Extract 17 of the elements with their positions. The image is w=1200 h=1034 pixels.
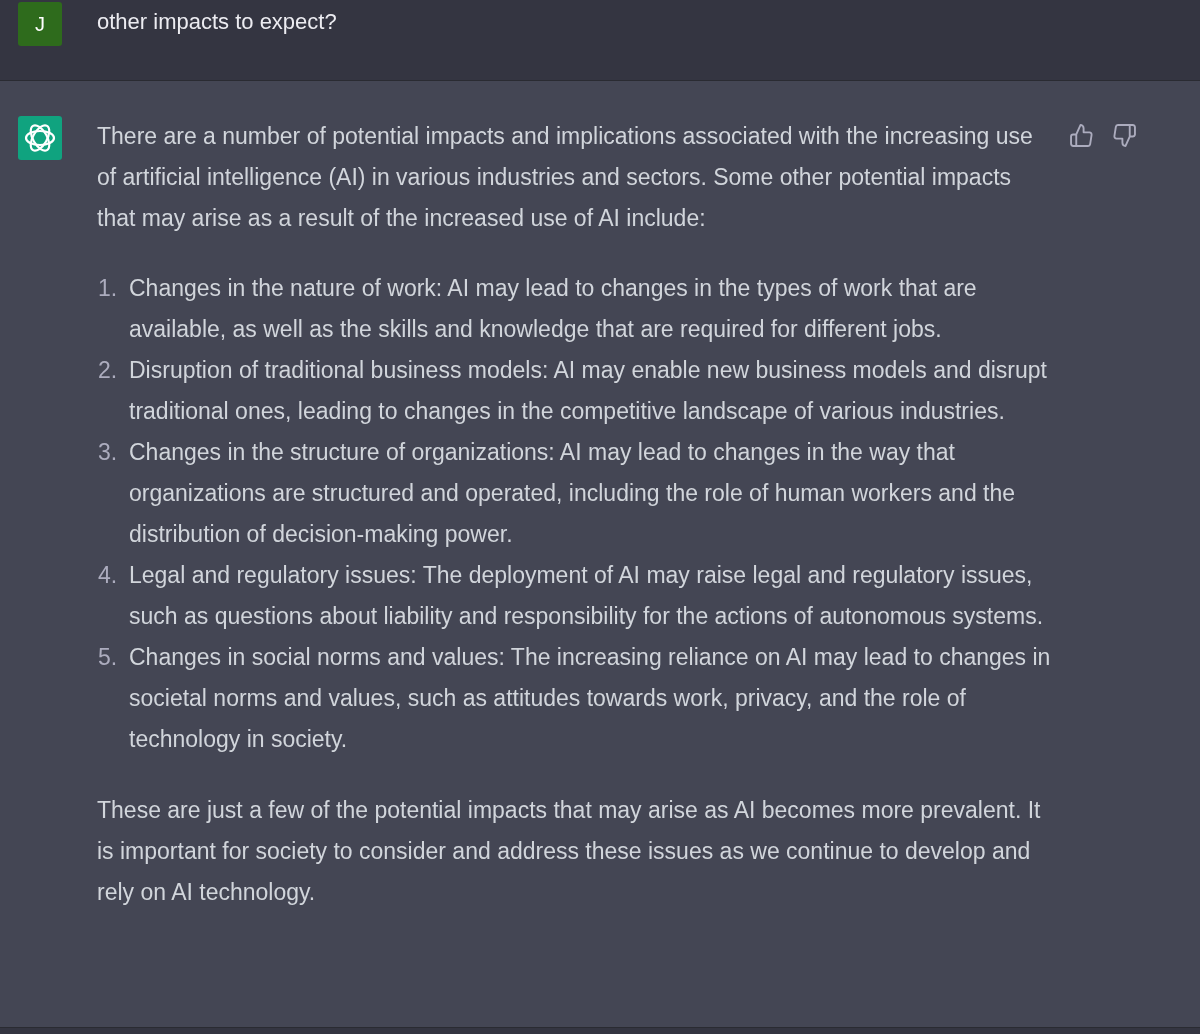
list-number: 5. — [97, 643, 119, 672]
list-item-text: Changes in the structure of organizations: AI may lead to changes in the way that organizations are structured and operated, including the role of human workers and the distribution of decision-making power. — [129, 438, 1017, 549]
response-paragraph: There are a number of potential impacts and implications associated with the increasing use of artificial intelligence (AI) in various industries and sectors. Some other potential impacts that may arise as a result of the increased use of AI include: — [97, 122, 1034, 233]
list-number: 4. — [97, 561, 119, 590]
list-number: 1. — [97, 274, 119, 303]
list-number: 2. — [97, 356, 119, 385]
list-item-text: Legal and regulatory issues: The deployment of AI may raise legal and regulatory issues, such as questions about liability and responsibility for the actions of autonomous systems. — [129, 561, 1045, 631]
response-paragraph: These are just a few of the potential impacts that may arise as AI becomes more prevalent. It is important for society to consider and address these issues as we continue to develop and rely on AI technology. — [97, 796, 1042, 907]
user-message-text: other impacts to expect? — [97, 8, 337, 36]
list-item-text: Changes in the nature of work: AI may lead to changes in the types of work that are available, as well as the skills and knowledge that are required for different jobs. — [129, 274, 978, 344]
thumbs-up-icon[interactable] — [1070, 124, 1093, 147]
list-number: 3. — [97, 438, 119, 467]
list-item-text: Changes in social norms and values: The increasing reliance on AI may lead to changes in societal norms and values, such as attitudes towards work, privacy, and the role of technology in society. — [129, 643, 1052, 754]
user-avatar: J — [18, 2, 62, 46]
thumbs-down-icon[interactable] — [1113, 124, 1136, 147]
knot-logo-icon — [18, 116, 62, 160]
list-item-text: Disruption of traditional business models: AI may enable new business models and disrupt traditional ones, leading to changes in the competitive landscape of various industries. — [129, 356, 1048, 426]
